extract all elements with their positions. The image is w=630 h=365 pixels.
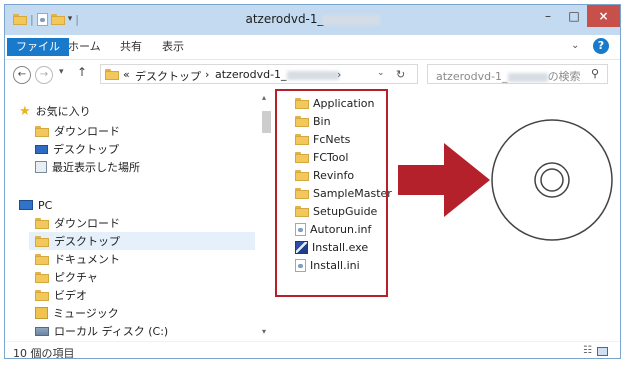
close-button[interactable]: ×	[587, 5, 620, 27]
breadcrumb-separator[interactable]: ›	[205, 68, 209, 81]
redacted-text	[321, 14, 380, 25]
desktop-folder-icon	[35, 235, 49, 247]
nav-fav-desktop[interactable]: デスクトップ	[35, 140, 119, 158]
nav-favorites[interactable]: ★ お気に入り	[19, 102, 91, 120]
redacted-text	[507, 72, 548, 82]
title-bar: | ▾ | atzerodvd-1_ – □ ×	[5, 5, 620, 35]
recent-locations-icon[interactable]: ▾	[59, 67, 64, 77]
scroll-up-icon[interactable]: ▴	[262, 93, 266, 102]
up-button[interactable]: ↑	[77, 65, 87, 79]
details-view-icon[interactable]: ☷	[583, 345, 592, 356]
tab-view[interactable]: 表示	[153, 38, 193, 56]
nav-scrollbar[interactable]: ▴ ▾	[261, 93, 273, 339]
search-input[interactable]: atzerodvd-1_ の検索 ⚲	[427, 64, 608, 84]
nav-pc[interactable]: PC	[19, 196, 52, 214]
refresh-icon[interactable]: ↻	[396, 68, 405, 81]
chevron-right-icon[interactable]: ›	[337, 68, 341, 81]
address-row: ← → ▾ ↑ « デスクトップ › atzerodvd-1_ › ⌄ ↻ at…	[5, 60, 620, 90]
tab-share[interactable]: 共有	[111, 38, 151, 56]
nav-pc-videos[interactable]: ビデオ	[35, 286, 87, 304]
download-folder-icon	[35, 125, 49, 137]
arrow-right-icon	[398, 143, 490, 217]
expand-ribbon-icon[interactable]: ⌄	[571, 40, 579, 51]
pictures-folder-icon	[35, 271, 49, 283]
item-count: 10 個の項目	[13, 347, 75, 359]
disc-icon	[491, 119, 613, 241]
breadcrumb-current[interactable]: atzerodvd-1_	[215, 68, 339, 81]
search-icon[interactable]: ⚲	[591, 67, 599, 80]
star-icon: ★	[19, 103, 31, 119]
explorer-window: | ▾ | atzerodvd-1_ – □ × ファイル ホーム 共有 表示 …	[4, 4, 621, 359]
nav-pc-music[interactable]: ミュージック	[35, 304, 119, 322]
tab-home[interactable]: ホーム	[59, 38, 110, 56]
documents-folder-icon	[35, 253, 49, 265]
large-icons-view-icon[interactable]	[596, 347, 608, 356]
status-bar: 10 個の項目 ☷	[5, 341, 620, 359]
recent-places-icon	[35, 161, 47, 173]
address-bar[interactable]: « デスクトップ › atzerodvd-1_ › ⌄ ↻	[100, 64, 418, 84]
help-button[interactable]: ?	[593, 38, 609, 54]
breadcrumb-overflow[interactable]: «	[123, 68, 130, 81]
breadcrumb-desktop[interactable]: デスクトップ	[135, 68, 201, 84]
nav-fav-recent[interactable]: 最近表示した場所	[35, 158, 140, 176]
scroll-down-icon[interactable]: ▾	[262, 327, 266, 336]
chevron-down-icon[interactable]: ⌄	[377, 68, 385, 78]
forward-button[interactable]: →	[35, 66, 53, 84]
scrollbar-thumb[interactable]	[262, 111, 271, 133]
nav-fav-downloads[interactable]: ダウンロード	[35, 122, 120, 140]
nav-pc-pictures[interactable]: ピクチャ	[35, 268, 98, 286]
drive-icon	[35, 326, 49, 336]
redacted-text	[286, 70, 339, 80]
window-title: atzerodvd-1_	[5, 12, 620, 26]
navigation-pane: ★ お気に入り ダウンロード デスクトップ 最近表示した場所 PC ダウンロード …	[5, 90, 273, 341]
nav-pc-local-disk[interactable]: ローカル ディスク (C:)	[35, 322, 168, 340]
ribbon-tabs: ファイル ホーム 共有 表示 ⌄ ?	[5, 35, 620, 60]
desktop-icon	[35, 144, 48, 154]
view-switcher: ☷	[583, 345, 608, 356]
nav-pc-downloads[interactable]: ダウンロード	[35, 214, 120, 232]
minimize-button[interactable]: –	[535, 5, 561, 27]
maximize-button[interactable]: □	[561, 5, 587, 27]
nav-pc-documents[interactable]: ドキュメント	[35, 250, 120, 268]
videos-folder-icon	[35, 289, 49, 301]
computer-icon	[19, 200, 33, 210]
highlight-box	[275, 89, 388, 297]
back-button[interactable]: ←	[13, 66, 31, 84]
music-folder-icon	[35, 307, 48, 319]
download-folder-icon	[35, 217, 49, 229]
nav-pc-desktop[interactable]: デスクトップ	[29, 232, 255, 250]
